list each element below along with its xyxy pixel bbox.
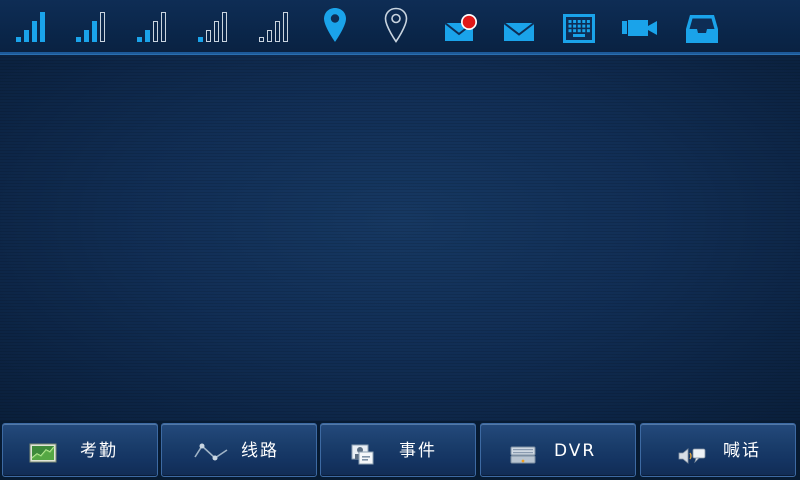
nav-button-attendance[interactable]: 考勤 [2, 423, 158, 477]
status-bar [0, 0, 800, 54]
nav-button-event[interactable]: 事件 [320, 423, 476, 477]
nav-button-route[interactable]: 线路 [161, 423, 317, 477]
location-pin-active-icon [324, 8, 346, 42]
signal-0-bars-icon [259, 12, 288, 42]
signal-1-bar-icon [198, 12, 227, 42]
location-pin-inactive-icon [384, 7, 408, 43]
signal-3-bars-icon [76, 12, 105, 42]
nav-button-intercom[interactable]: 喊话 [640, 423, 796, 477]
route-line-icon [194, 443, 228, 461]
mail-unread-icon [444, 14, 477, 41]
main-content-area [0, 55, 800, 421]
signal-2-bars-icon [137, 12, 166, 42]
dvr-recorder-icon [510, 446, 536, 464]
nav-label-event: 事件 [399, 441, 437, 461]
nav-label-dvr: DVR [554, 441, 597, 461]
storage-tray-icon [686, 15, 718, 43]
nav-label-intercom: 喊话 [723, 441, 761, 461]
nav-button-dvr[interactable]: DVR [480, 423, 636, 477]
mail-icon [503, 22, 535, 41]
nav-label-route: 线路 [241, 441, 279, 461]
video-camera-icon [622, 20, 657, 36]
signal-4-bars-icon [16, 12, 45, 42]
nav-label-attendance: 考勤 [80, 441, 118, 461]
speaker-intercom-icon [678, 448, 706, 464]
keyboard-icon [563, 14, 595, 43]
attendance-chart-icon [29, 443, 57, 463]
event-picture-icon [351, 444, 374, 465]
bottom-nav-bar: 考勤 线路 事件 DVR 喊话 [0, 421, 800, 480]
